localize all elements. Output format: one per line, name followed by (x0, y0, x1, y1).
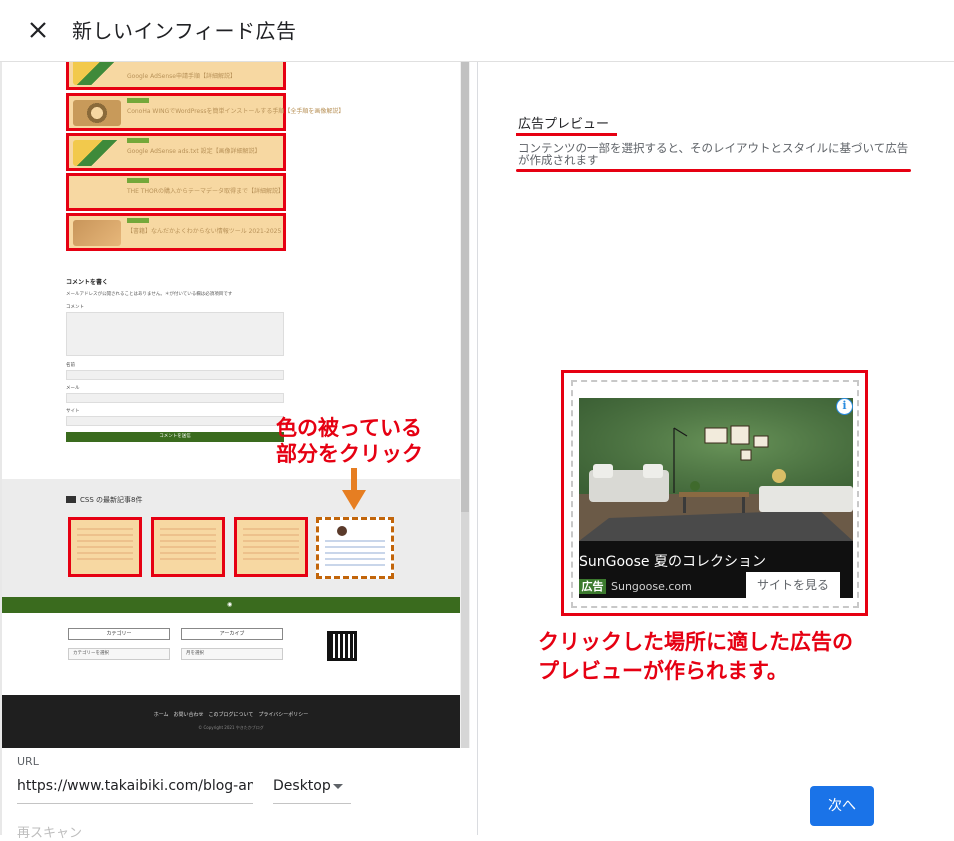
category-tag (127, 218, 149, 223)
avatar (337, 526, 347, 536)
comment-note: メールアドレスが公開されることはありません。＊が付いている欄は必須項目です (66, 292, 233, 297)
archive-select[interactable]: 月を選択 (181, 648, 283, 660)
post-thumbnail (73, 180, 121, 206)
rescan-button[interactable]: 再スキャン (17, 822, 82, 841)
url-input[interactable]: https://www.takaibiki.com/blog-ameb (17, 774, 253, 804)
highlight-underline (516, 169, 911, 172)
post-title: ConoHa WINGでWordPressを簡単インストールする手順【全手順を画… (127, 108, 345, 115)
highlight-underline (516, 133, 617, 136)
post-title: THE THORの購入からテーマデータ取得まで【詳細解説】 (127, 188, 284, 195)
rss-icon[interactable]: ◉ (227, 601, 232, 608)
dialog-header: 新しいインフィード広告 (0, 0, 954, 62)
ad-badge: 広告 (579, 579, 606, 594)
scrollbar-thumb[interactable] (461, 62, 469, 512)
email-field[interactable] (66, 393, 284, 403)
comment-submit-button[interactable]: コメントを送信 (66, 432, 284, 442)
name-field[interactable] (66, 370, 284, 380)
related-post-item[interactable]: THE THORの購入からテーマデータ取得まで【詳細解説】 (66, 173, 286, 211)
related-post-item[interactable]: 【書籍】なんだかよくわからない情報ツール 2021-2025 (66, 213, 286, 251)
footer-links[interactable]: ホーム お問い合わせ このブログについて プライバシーポリシー (2, 711, 460, 718)
site-footer: ホーム お問い合わせ このブログについて プライバシーポリシー © Copyri… (2, 695, 460, 748)
footer-copyright: © Copyright 2021 やきたかブログ (198, 725, 264, 730)
comment-title: コメントを書く (66, 279, 109, 286)
annotation-line: 色の被っている (276, 416, 422, 440)
info-icon[interactable]: i (836, 398, 853, 415)
arrow-down-icon (342, 468, 366, 510)
category-select[interactable]: カテゴリーを選択 (68, 648, 170, 660)
ad-headline[interactable]: SunGoose 夏のコレクション (579, 551, 766, 571)
latest-posts-heading: CSS の最新記事8件 (66, 495, 142, 505)
post-card-unselected[interactable] (316, 517, 394, 579)
comment-label: コメント (66, 305, 84, 310)
dialog-title: 新しいインフィード広告 (72, 19, 297, 43)
ad-preview-label: 広告プレビュー (518, 117, 610, 132)
post-title: 【書籍】なんだかよくわからない情報ツール 2021-2025 (127, 228, 282, 235)
visit-site-button[interactable]: サイトを見る (746, 572, 840, 598)
click-instruction-annotation: 色の被っている 部分をクリック (276, 415, 423, 467)
post-title: Google AdSense ads.txt 設定【画像詳細解説】 (127, 148, 261, 155)
panel-divider (477, 62, 478, 835)
living-room-image (579, 398, 853, 541)
device-select[interactable]: Desktop (273, 774, 351, 804)
annotation-line: クリックした場所に適した広告の (538, 630, 853, 654)
scrollbar-track-lower (461, 512, 469, 748)
card-content (243, 528, 299, 564)
close-icon (30, 22, 46, 38)
related-post-item[interactable]: Google AdSense申請手順【詳細解説】 (66, 62, 286, 90)
name-label: 名前 (66, 363, 75, 368)
card-content (325, 540, 385, 570)
category-tag (127, 98, 149, 103)
annotation-line: 部分をクリック (276, 442, 423, 466)
post-thumbnail (73, 220, 121, 246)
post-card[interactable] (68, 517, 142, 577)
rss-bar: ◉ (2, 597, 460, 613)
device-select-value: Desktop (273, 778, 331, 794)
category-widget-title: カテゴリー (68, 628, 170, 640)
related-post-item[interactable]: ConoHa WINGでWordPressを簡単インストールする手順【全手順を画… (66, 93, 344, 131)
site-field[interactable] (66, 416, 284, 426)
next-button[interactable]: 次へ (810, 786, 874, 826)
wordpress-thumbnail (73, 100, 121, 126)
close-button[interactable] (24, 16, 52, 44)
post-thumbnail (73, 140, 121, 166)
url-label: URL (17, 755, 39, 768)
card-content (77, 528, 133, 564)
post-card[interactable] (151, 517, 225, 577)
ad-footer: SunGoose 夏のコレクション 広告 Sungoose.com サイトを見る (579, 541, 853, 598)
ad-image[interactable] (579, 398, 853, 541)
site-label: サイト (66, 409, 80, 414)
category-tag (127, 178, 149, 183)
footer-widgets: カテゴリー アーカイブ カテゴリーを選択 月を選択 (2, 613, 460, 695)
website-preview-frame[interactable]: Google AdSense申請手順【詳細解説】 ConoHa WINGでWor… (2, 62, 460, 748)
annotation-line: プレビューが作られます。 (538, 659, 788, 683)
preview-explanation-annotation: クリックした場所に適した広告の プレビューが作られます。 (538, 628, 853, 686)
post-title: Google AdSense申請手順【詳細解説】 (127, 73, 236, 80)
category-tag (127, 138, 149, 143)
card-content (160, 528, 216, 564)
post-card[interactable] (234, 517, 308, 577)
latest-posts-heading-text: CSS の最新記事8件 (80, 496, 143, 504)
qr-code-icon (327, 631, 357, 661)
archive-widget-title: アーカイブ (181, 628, 283, 640)
ad-domain: Sungoose.com (611, 580, 692, 593)
comment-textarea[interactable] (66, 312, 284, 356)
ad-preview-description: コンテンツの一部を選択すると、そのレイアウトとスタイルに基づいて広告が作成されま… (518, 141, 909, 167)
folder-icon (66, 496, 76, 503)
dropdown-caret-icon (333, 784, 343, 789)
related-post-item[interactable]: Google AdSense ads.txt 設定【画像詳細解説】 (66, 133, 286, 171)
email-label: メール (66, 386, 80, 391)
post-thumbnail (73, 62, 121, 85)
